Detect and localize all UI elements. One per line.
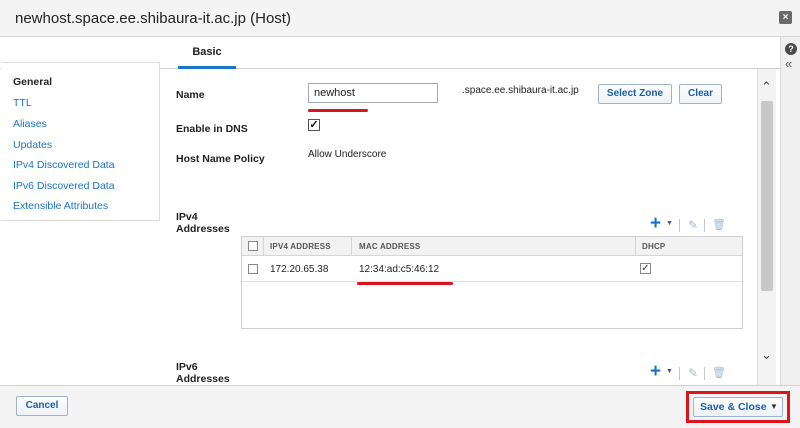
host-name-policy-label: Host Name Policy bbox=[176, 153, 265, 165]
table-header: IPV4 ADDRESS MAC ADDRESS DHCP bbox=[242, 237, 742, 256]
dialog-footer: Cancel Save & Close ▼ bbox=[0, 385, 800, 428]
right-rail: ? « bbox=[780, 37, 800, 385]
select-all-checkbox[interactable] bbox=[248, 241, 258, 251]
column-header-dhcp[interactable]: DHCP bbox=[642, 242, 665, 251]
sidebar-item-updates[interactable]: Updates bbox=[13, 139, 52, 151]
clear-button[interactable]: Clear bbox=[679, 84, 722, 104]
sidebar-item-ipv6-discovered-data[interactable]: IPv6 Discovered Data bbox=[13, 180, 115, 192]
chevron-up-icon[interactable]: ⌃ bbox=[761, 79, 772, 95]
dhcp-checkbox[interactable]: ✓ bbox=[640, 263, 651, 274]
enable-dns-checkbox[interactable]: ✓ bbox=[308, 119, 320, 131]
column-divider bbox=[263, 237, 264, 256]
enable-dns-label: Enable in DNS bbox=[176, 123, 248, 135]
scrollbar-thumb[interactable] bbox=[761, 101, 773, 291]
caret-down-icon[interactable]: ▼ bbox=[666, 368, 673, 375]
toolbar-divider bbox=[704, 367, 705, 380]
close-icon[interactable]: × bbox=[779, 11, 792, 24]
ipv6-addresses-label-line2: Addresses bbox=[176, 373, 230, 385]
sidebar-item-general[interactable]: General bbox=[13, 76, 52, 88]
ipv4-address-cell: 172.20.65.38 bbox=[270, 264, 329, 275]
save-and-close-button[interactable]: Save & Close ▼ bbox=[693, 397, 783, 417]
ipv6-addresses-label-line1: IPv6 bbox=[176, 361, 198, 373]
toolbar-divider bbox=[679, 219, 680, 232]
caret-down-icon[interactable]: ▼ bbox=[666, 220, 673, 227]
name-label: Name bbox=[176, 89, 205, 101]
trash-icon[interactable]: 🗑 bbox=[712, 366, 726, 379]
help-icon[interactable]: ? bbox=[785, 43, 797, 55]
mac-address-cell: 12:34:ad:c5:46:12 bbox=[359, 264, 440, 275]
sidebar-item-aliases[interactable]: Aliases bbox=[13, 118, 47, 130]
domain-suffix: .space.ee.shibaura-it.ac.jp bbox=[462, 85, 579, 96]
select-zone-button[interactable]: Select Zone bbox=[598, 84, 672, 104]
sidebar-item-ipv4-discovered-data[interactable]: IPv4 Discovered Data bbox=[13, 159, 115, 171]
dialog-titlebar: newhost.space.ee.shibaura-it.ac.jp (Host… bbox=[0, 0, 800, 37]
row-checkbox[interactable] bbox=[248, 264, 258, 274]
edit-icon[interactable]: ✎ bbox=[688, 366, 698, 380]
ipv4-addresses-label-line1: IPv4 bbox=[176, 211, 198, 223]
ipv4-toolbar: + ▼ ✎ 🗑 bbox=[650, 214, 740, 234]
double-chevron-left-icon[interactable]: « bbox=[785, 57, 792, 70]
toolbar-divider bbox=[704, 219, 705, 232]
add-icon[interactable]: + bbox=[650, 214, 661, 234]
cancel-button[interactable]: Cancel bbox=[16, 396, 68, 416]
dialog-title: newhost.space.ee.shibaura-it.ac.jp (Host… bbox=[15, 10, 291, 27]
table-row[interactable]: 172.20.65.38 12:34:ad:c5:46:12 ✓ bbox=[242, 257, 742, 282]
ipv4-addresses-label-line2: Addresses bbox=[176, 223, 230, 235]
add-icon[interactable]: + bbox=[650, 362, 661, 382]
column-header-mac-address[interactable]: MAC ADDRESS bbox=[359, 242, 420, 251]
annotation-underline-mac bbox=[357, 282, 453, 285]
column-divider bbox=[351, 237, 352, 256]
column-header-ipv4-address[interactable]: IPV4 ADDRESS bbox=[270, 242, 331, 251]
save-and-close-label: Save & Close bbox=[700, 401, 767, 413]
tab-basic[interactable]: Basic bbox=[178, 37, 236, 69]
chevron-down-icon[interactable]: ⌄ bbox=[761, 347, 772, 363]
trash-icon[interactable]: 🗑 bbox=[712, 218, 726, 231]
form-content: Name .space.ee.shibaura-it.ac.jp Select … bbox=[160, 69, 757, 385]
column-divider bbox=[635, 237, 636, 256]
ipv4-table: IPV4 ADDRESS MAC ADDRESS DHCP 172.20.65.… bbox=[241, 236, 743, 329]
edit-icon[interactable]: ✎ bbox=[688, 218, 698, 232]
host-name-policy-value: Allow Underscore bbox=[308, 149, 387, 160]
sidebar-item-extensible-attributes[interactable]: Extensible Attributes bbox=[13, 200, 108, 212]
name-input[interactable] bbox=[308, 83, 438, 103]
vertical-scrollbar[interactable]: ⌃ ⌄ bbox=[757, 69, 776, 385]
toolbar-divider bbox=[679, 367, 680, 380]
side-navigation: General TTL Aliases Updates IPv4 Discove… bbox=[1, 62, 160, 221]
caret-down-icon[interactable]: ▼ bbox=[770, 402, 778, 411]
annotation-underline-name bbox=[308, 109, 368, 112]
sidebar-item-ttl[interactable]: TTL bbox=[13, 97, 32, 109]
ipv6-toolbar: + ▼ ✎ 🗑 bbox=[650, 362, 740, 382]
